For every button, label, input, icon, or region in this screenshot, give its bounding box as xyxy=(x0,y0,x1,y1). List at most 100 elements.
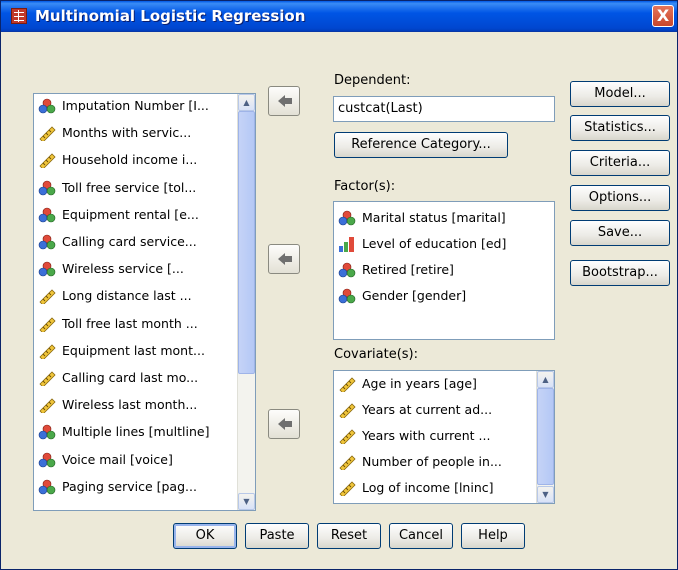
scale-ruler-icon xyxy=(339,377,356,394)
list-item-label: Equipment last mont... xyxy=(62,342,205,358)
nominal-icon xyxy=(38,424,56,440)
list-item-label: Wireless service [... xyxy=(62,261,184,277)
variable-list-scrollbar[interactable]: ▲ ▼ xyxy=(237,94,255,510)
nominal-icon xyxy=(38,207,56,223)
save-button[interactable]: Save... xyxy=(570,220,670,246)
reference-category-button[interactable]: Reference Category... xyxy=(334,132,508,158)
scale-ruler-icon xyxy=(39,126,56,143)
ordinal-bar-icon xyxy=(339,237,354,252)
nominal-icon xyxy=(38,180,56,196)
nominal-icon xyxy=(38,180,56,195)
scale-ruler-icon xyxy=(38,288,56,306)
list-item-label: Months with servic... xyxy=(62,125,192,141)
options-button[interactable]: Options... xyxy=(570,185,670,211)
scale-ruler-icon xyxy=(339,481,356,498)
scroll-thumb[interactable] xyxy=(238,111,255,374)
list-item-label: Household income i... xyxy=(62,152,198,168)
nominal-icon xyxy=(38,425,56,440)
scale-ruler-icon xyxy=(39,317,56,334)
scale-ruler-icon xyxy=(38,152,56,170)
list-item-label: Multiple lines [multline] xyxy=(62,424,210,440)
nominal-icon xyxy=(338,210,356,226)
nominal-icon xyxy=(38,234,56,250)
list-item-label: Equipment rental [e... xyxy=(62,206,199,222)
list-item-label: Wireless last month... xyxy=(62,397,198,413)
nominal-icon xyxy=(38,207,56,223)
nominal-icon xyxy=(338,288,356,304)
nominal-icon xyxy=(338,262,356,278)
scale-ruler-icon xyxy=(38,343,56,361)
scale-ruler-icon xyxy=(38,316,56,334)
factors-label: Factor(s): xyxy=(334,179,396,194)
spss-table-icon xyxy=(11,8,27,24)
variable-list[interactable]: Imputation Number [I... Months with servi… xyxy=(33,93,256,511)
scale-ruler-icon xyxy=(338,454,356,472)
ok-button[interactable]: OK xyxy=(173,523,237,549)
arrow-left-icon xyxy=(278,253,292,265)
cancel-button[interactable]: Cancel xyxy=(389,523,453,549)
list-item-label: Age in years [age] xyxy=(362,376,477,391)
nominal-icon xyxy=(38,261,56,277)
nominal-icon xyxy=(38,452,56,468)
list-item-label: Toll free service [tol... xyxy=(62,179,197,195)
list-item-label: Voice mail [voice] xyxy=(62,451,173,467)
scale-ruler-icon xyxy=(39,153,56,170)
scale-ruler-icon xyxy=(338,480,356,498)
move-to-dependent-button[interactable] xyxy=(268,86,300,116)
list-item-label: Long distance last ... xyxy=(62,288,192,304)
reset-button[interactable]: Reset xyxy=(317,523,381,549)
list-item-label: Log of income [lninc] xyxy=(362,480,494,495)
list-item-label: Toll free last month ... xyxy=(62,315,198,331)
move-to-factors-button[interactable] xyxy=(268,244,300,274)
title-bar[interactable]: Multinomial Logistic Regression X xyxy=(1,1,677,32)
scale-ruler-icon xyxy=(338,428,356,446)
criteria-button[interactable]: Criteria... xyxy=(570,150,670,176)
scale-ruler-icon xyxy=(339,403,356,420)
help-button[interactable]: Help xyxy=(461,523,525,549)
move-to-covariates-button[interactable] xyxy=(268,409,300,439)
scroll-down-icon[interactable]: ▼ xyxy=(537,486,554,503)
statistics-button[interactable]: Statistics... xyxy=(570,115,670,141)
list-item-label: Paging service [pag... xyxy=(62,478,197,494)
scale-ruler-icon xyxy=(39,398,56,415)
nominal-icon xyxy=(38,479,56,495)
nominal-icon xyxy=(338,262,356,278)
dependent-field[interactable]: custcat(Last) xyxy=(333,96,555,122)
nominal-icon xyxy=(38,98,56,114)
covariates-list[interactable]: Age in years [age] Years at current ad...… xyxy=(333,370,555,504)
scale-ruler-icon xyxy=(38,125,56,143)
ordinal-bar-icon xyxy=(338,236,356,252)
covariates-scrollbar[interactable]: ▲ ▼ xyxy=(536,371,554,503)
scale-ruler-icon xyxy=(339,455,356,472)
scale-ruler-icon xyxy=(338,376,356,394)
scale-ruler-icon xyxy=(339,429,356,446)
model-button[interactable]: Model... xyxy=(570,81,670,107)
nominal-icon xyxy=(38,234,56,250)
scroll-thumb[interactable] xyxy=(537,388,554,485)
dialog-window: Multinomial Logistic Regression X Imputa… xyxy=(0,0,678,570)
factors-list[interactable]: Marital status [marital] Level of educati… xyxy=(333,201,555,340)
scale-ruler-icon xyxy=(338,402,356,420)
scale-ruler-icon xyxy=(39,289,56,306)
list-item-label: Marital status [marital] xyxy=(362,210,506,225)
nominal-icon xyxy=(38,261,56,277)
list-item-label: Imputation Number [I... xyxy=(62,98,209,113)
list-item-label: Calling card service... xyxy=(62,234,197,249)
nominal-icon xyxy=(38,479,56,495)
bootstrap-button[interactable]: Bootstrap... xyxy=(570,260,670,286)
arrow-left-icon xyxy=(278,418,292,430)
scroll-down-icon[interactable]: ▼ xyxy=(238,493,255,510)
scale-ruler-icon xyxy=(39,344,56,361)
scroll-up-icon[interactable]: ▲ xyxy=(238,94,255,111)
window-title: Multinomial Logistic Regression xyxy=(35,7,306,25)
list-item-label: Retired [retire] xyxy=(362,262,454,277)
arrow-left-icon xyxy=(278,95,292,107)
scroll-up-icon[interactable]: ▲ xyxy=(537,371,554,388)
covariates-label: Covariate(s): xyxy=(334,347,419,362)
list-item-label: Number of people in... xyxy=(362,454,502,469)
scale-ruler-icon xyxy=(38,397,56,415)
nominal-icon xyxy=(338,288,356,304)
paste-button[interactable]: Paste xyxy=(245,523,309,549)
close-icon[interactable]: X xyxy=(652,5,674,27)
scale-ruler-icon xyxy=(39,371,56,388)
